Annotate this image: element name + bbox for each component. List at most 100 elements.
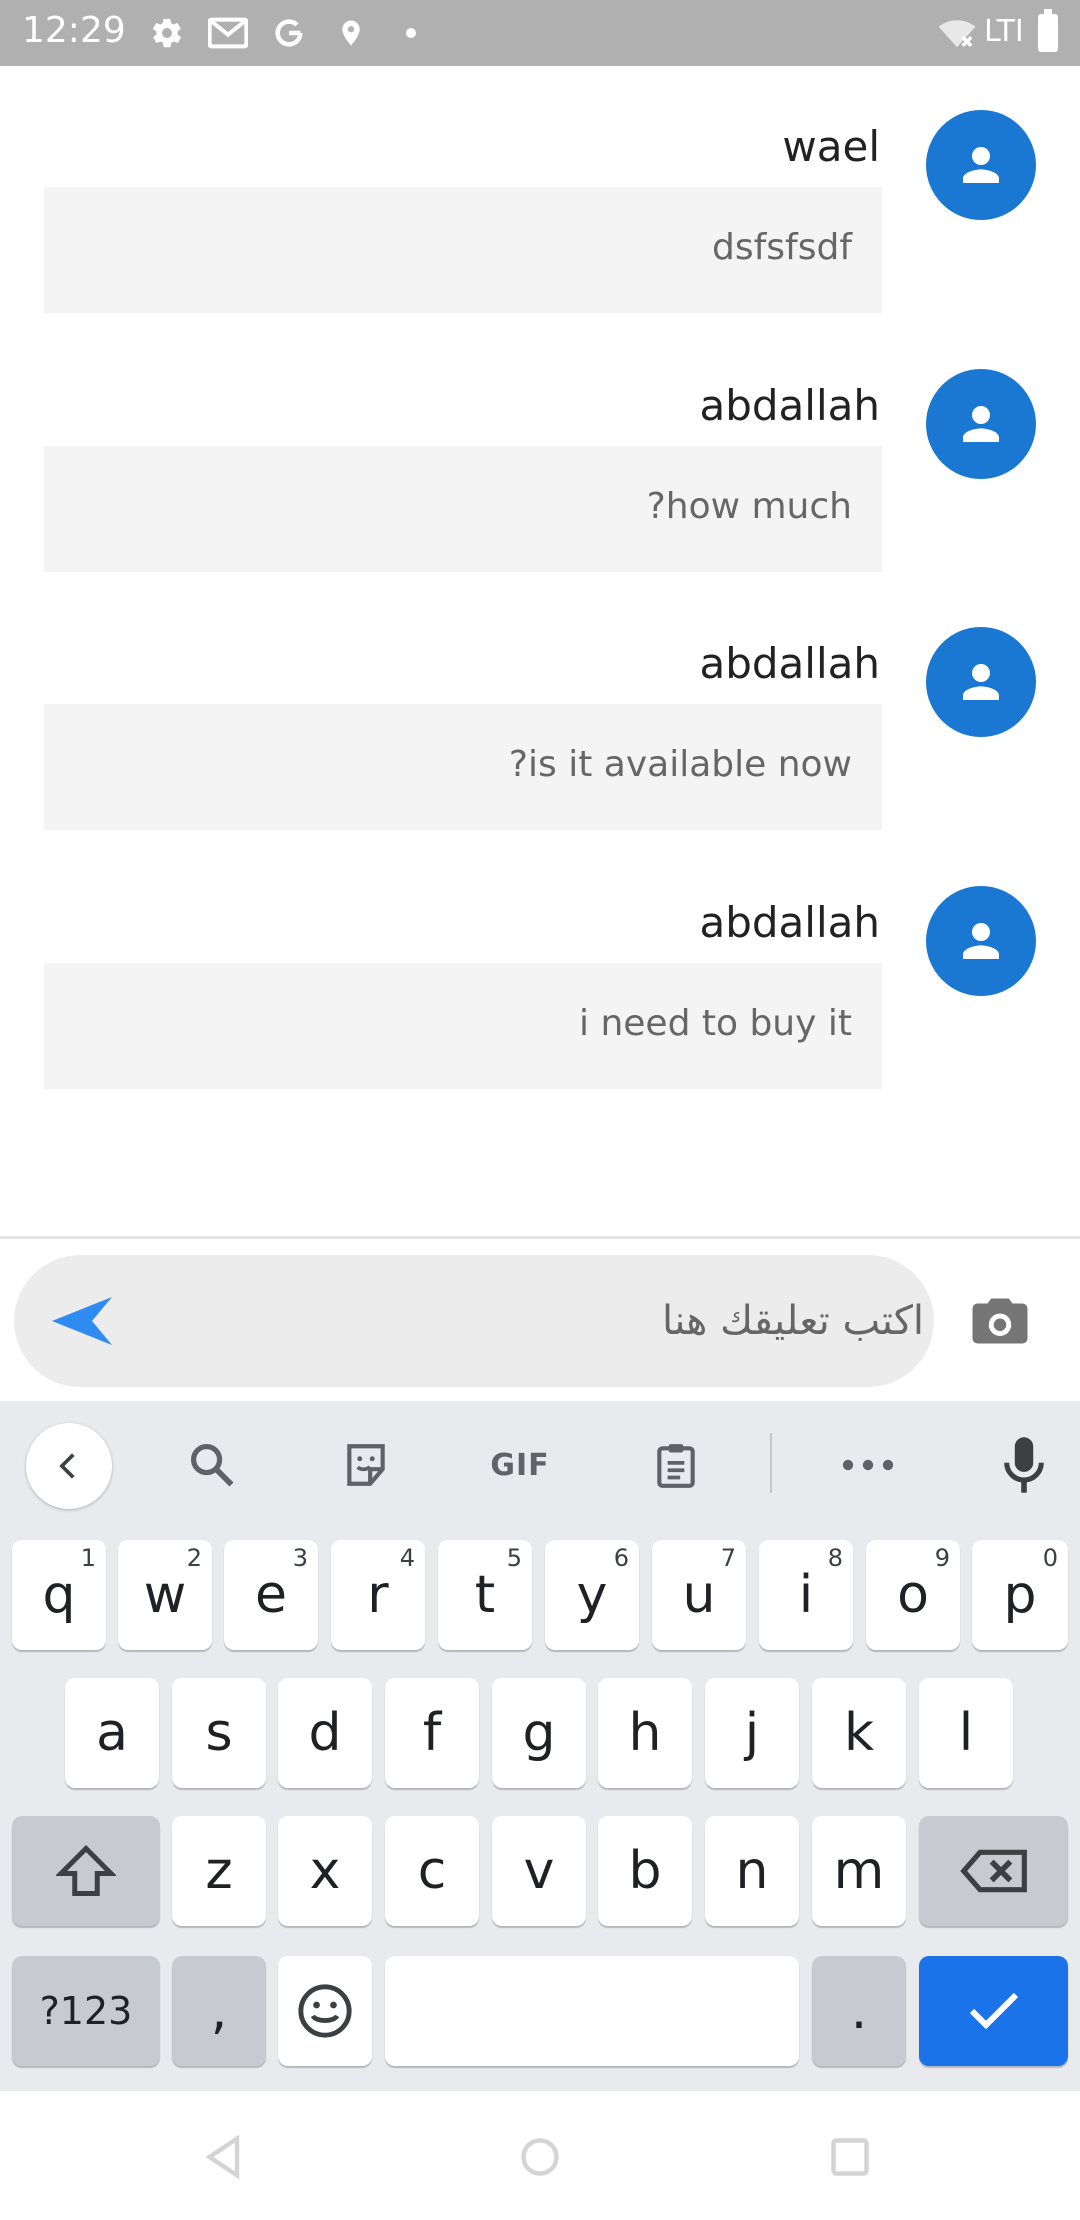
key-n[interactable]: n	[705, 1816, 799, 1926]
comment-bubble: i need to buy it	[44, 963, 882, 1089]
dot-icon	[406, 28, 416, 38]
key-hint: 9	[934, 1544, 950, 1572]
key-j[interactable]: j	[705, 1678, 799, 1788]
key-g[interactable]: g	[492, 1678, 586, 1788]
key-label: e	[255, 1565, 287, 1625]
key-d[interactable]: d	[278, 1678, 372, 1788]
comment-text: dsfsfsdf	[712, 227, 852, 268]
key-e[interactable]: e3	[224, 1540, 318, 1650]
clipboard-icon	[657, 1444, 695, 1488]
home-nav-icon[interactable]	[518, 2135, 562, 2179]
key-u[interactable]: u7	[652, 1540, 746, 1650]
key-label: i	[798, 1565, 814, 1625]
comment-text: i need to buy it	[579, 1003, 852, 1044]
key-m[interactable]: m	[812, 1816, 906, 1926]
keyboard: GIF q1 w2 e3 r4 t5 y6 u7 i8 o9 p0 a s d …	[0, 1401, 1080, 2091]
comment-bubble: dsfsfsdf	[44, 187, 882, 313]
send-icon	[52, 1297, 112, 1345]
key-label: q	[42, 1565, 76, 1625]
person-icon	[963, 923, 999, 959]
key-c[interactable]: c	[385, 1816, 479, 1926]
emoji-key[interactable]	[278, 1956, 372, 2066]
key-t[interactable]: t5	[438, 1540, 532, 1650]
key-hint: 5	[506, 1544, 522, 1572]
key-r[interactable]: r4	[331, 1540, 425, 1650]
key-p[interactable]: p0	[972, 1540, 1068, 1650]
key-z[interactable]: z	[172, 1816, 266, 1926]
recents-nav-icon[interactable]	[828, 2135, 872, 2179]
key-hint: 8	[827, 1544, 843, 1572]
status-time: 12:29	[22, 10, 126, 51]
more-button[interactable]	[826, 1423, 910, 1507]
avatar[interactable]	[926, 110, 1036, 220]
keyboard-search-button[interactable]	[170, 1423, 254, 1507]
key-y[interactable]: y6	[545, 1540, 639, 1650]
keyboard-back-button[interactable]	[26, 1423, 112, 1509]
key-hint: 1	[80, 1544, 96, 1572]
shift-key[interactable]	[12, 1816, 160, 1926]
person-icon	[963, 664, 999, 700]
key-a[interactable]: a	[65, 1678, 159, 1788]
clipboard-button[interactable]	[634, 1423, 718, 1507]
google-icon	[275, 19, 303, 47]
enter-key[interactable]	[919, 1956, 1068, 2066]
person-icon	[963, 147, 999, 183]
key-hint: 6	[613, 1544, 629, 1572]
camera-button[interactable]	[970, 1293, 1030, 1349]
emoji-icon	[298, 1984, 352, 2038]
key-v[interactable]: v	[492, 1816, 586, 1926]
key-label: t	[474, 1565, 496, 1625]
person-icon	[963, 406, 999, 442]
key-label: p	[1003, 1565, 1037, 1625]
send-button[interactable]	[48, 1291, 120, 1351]
comment-bubble: ?is it available now	[44, 704, 882, 830]
comment-author: wael	[782, 122, 880, 171]
key-i[interactable]: i8	[759, 1540, 853, 1650]
sticker-button[interactable]	[324, 1423, 408, 1507]
key-f[interactable]: f	[385, 1678, 479, 1788]
key-x[interactable]: x	[278, 1816, 372, 1926]
key-hint: 2	[186, 1544, 202, 1572]
key-hint: 7	[720, 1544, 736, 1572]
key-label: r	[367, 1565, 389, 1625]
checkmark-icon	[969, 1992, 1018, 2030]
search-icon	[190, 1443, 234, 1487]
wifi-off-icon	[938, 20, 976, 48]
backspace-key[interactable]	[919, 1816, 1068, 1926]
comment-bubble: ?how much	[44, 446, 882, 572]
settings-icon	[153, 18, 181, 48]
avatar[interactable]	[926, 369, 1036, 479]
key-h[interactable]: h	[598, 1678, 692, 1788]
key-b[interactable]: b	[598, 1816, 692, 1926]
comment-input[interactable]	[134, 1285, 924, 1357]
key-w[interactable]: w2	[118, 1540, 212, 1650]
key-o[interactable]: o9	[866, 1540, 960, 1650]
space-key[interactable]	[385, 1956, 799, 2066]
navigation-bar	[0, 2091, 1080, 2220]
key-l[interactable]: l	[919, 1678, 1013, 1788]
key-k[interactable]: k	[812, 1678, 906, 1788]
comment-item: wael dsfsfsdf	[0, 66, 1080, 325]
gif-button[interactable]: GIF	[478, 1423, 562, 1507]
key-q[interactable]: q1	[12, 1540, 106, 1650]
more-icon	[842, 1459, 894, 1471]
comment-author: abdallah	[699, 898, 881, 947]
keyboard-toolbar: GIF	[0, 1401, 1080, 1519]
comment-text: ?is it available now	[508, 744, 852, 785]
period-key[interactable]: .	[812, 1956, 906, 2066]
battery-icon	[1038, 9, 1058, 52]
back-nav-icon[interactable]	[204, 2135, 248, 2179]
avatar[interactable]	[926, 886, 1036, 996]
voice-input-button[interactable]	[982, 1423, 1066, 1507]
comma-key[interactable]: ,	[172, 1956, 266, 2066]
comment-item: abdallah ?is it available now	[0, 583, 1080, 842]
symbols-key[interactable]: ?123	[12, 1956, 160, 2066]
key-s[interactable]: s	[172, 1678, 266, 1788]
key-hint: 4	[399, 1544, 415, 1572]
key-hint: 0	[1042, 1544, 1058, 1572]
gmail-icon	[208, 17, 248, 49]
avatar[interactable]	[926, 627, 1036, 737]
status-bar: 12:29 LTI	[0, 0, 1080, 66]
comment-item: abdallah i need to buy it	[0, 842, 1080, 1101]
comment-author: abdallah	[699, 639, 881, 688]
